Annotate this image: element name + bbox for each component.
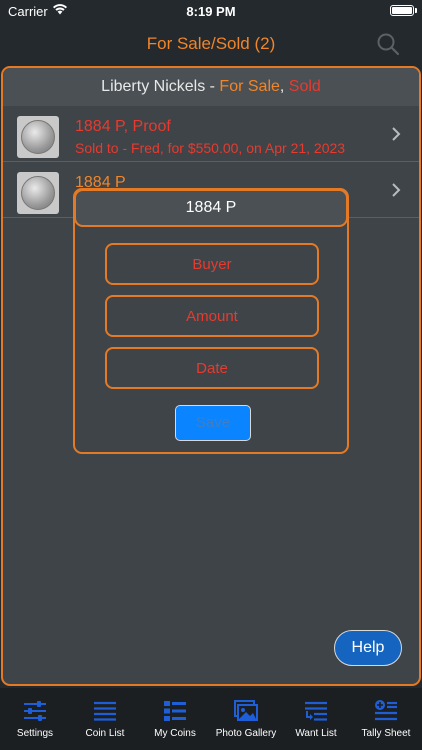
tab-label: Want List (295, 728, 337, 739)
sliders-icon (24, 701, 46, 721)
list-header: Liberty Nickels - For Sale, Sold (3, 68, 419, 106)
tab-label: Tally Sheet (361, 728, 411, 739)
coin-thumbnail (17, 172, 59, 214)
list-header-prefix: Liberty Nickels - (101, 78, 220, 95)
list-header-sold: Sold (288, 78, 321, 95)
want-list-icon (305, 701, 327, 721)
tab-photo-gallery[interactable]: Photo Gallery (211, 688, 281, 750)
dialog-title: 1884 P (74, 189, 348, 227)
coin-thumbnail (17, 116, 59, 158)
tab-label: Settings (16, 728, 54, 739)
tab-label: My Coins (154, 728, 196, 739)
sale-entry-dialog: 1884 P Save (73, 188, 349, 454)
save-button[interactable]: Save (175, 405, 251, 441)
tab-my-coins[interactable]: My Coins (140, 688, 210, 750)
amount-field[interactable] (105, 295, 319, 337)
chevron-right-icon (392, 127, 401, 141)
coin-image (21, 176, 55, 210)
help-button[interactable]: Help (334, 630, 402, 666)
tab-label: Photo Gallery (215, 728, 277, 739)
tab-bar: Settings Coin List My Coins Photo Galler… (0, 688, 422, 750)
clock: 8:19 PM (186, 4, 236, 19)
list-icon (94, 701, 116, 721)
status-bar: Carrier 8:19 PM (0, 0, 422, 24)
coin-image (21, 120, 55, 154)
tab-coin-list[interactable]: Coin List (70, 688, 140, 750)
list-item-title: 1884 P, Proof (75, 118, 171, 135)
page-title: For Sale/Sold (2) (146, 34, 276, 53)
list-header-separator: , (279, 78, 289, 95)
list-item-subtitle: Sold to - Fred, for $550.00, on Apr 21, … (75, 140, 346, 156)
tab-settings[interactable]: Settings (0, 688, 70, 750)
date-field[interactable] (105, 347, 319, 389)
chevron-right-icon (392, 183, 401, 197)
tab-want-list[interactable]: Want List (281, 688, 351, 750)
tab-tally-sheet[interactable]: Tally Sheet (351, 688, 421, 750)
list-header-for-sale: For Sale (219, 78, 280, 95)
grid-list-icon (164, 701, 186, 721)
battery-tip (415, 8, 417, 13)
buyer-field[interactable] (105, 243, 319, 285)
list-item[interactable]: 1884 P, Proof Sold to - Fred, for $550.0… (3, 106, 419, 162)
tally-icon (375, 700, 397, 721)
tab-label: Coin List (85, 728, 125, 739)
battery-icon (390, 5, 414, 16)
photos-icon (234, 700, 258, 721)
search-icon[interactable] (376, 32, 400, 56)
nav-bar: For Sale/Sold (2) (0, 24, 422, 64)
